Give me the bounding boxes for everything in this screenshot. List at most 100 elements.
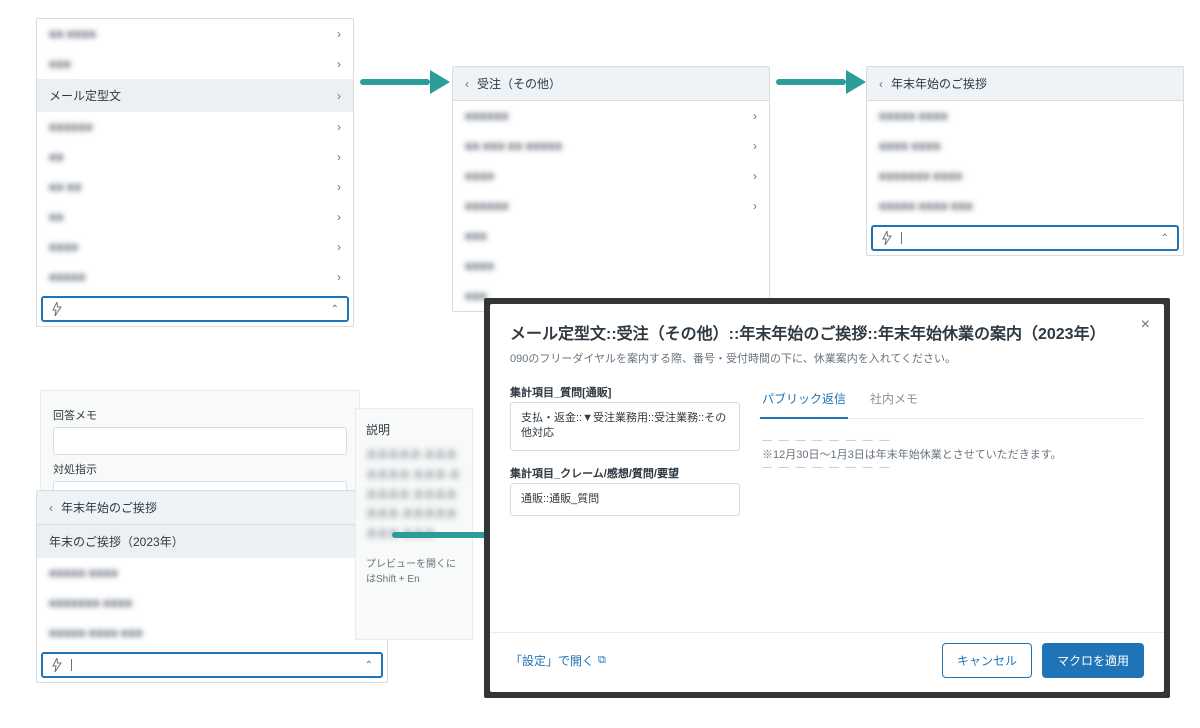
- list-item[interactable]: ■■ ›: [37, 142, 353, 172]
- tab-public-reply[interactable]: パブリック返信: [760, 382, 848, 419]
- chevron-up-icon: ⌃: [1161, 233, 1169, 244]
- lightning-icon: [881, 231, 893, 245]
- close-icon[interactable]: ×: [1141, 316, 1150, 334]
- macro-search-input[interactable]: ⌃: [41, 296, 349, 322]
- field-label: 集計項目_質問[通販]: [510, 384, 740, 400]
- chevron-right-icon: ›: [337, 58, 341, 70]
- list-item-label: ■■ ■■■ ■■ ■■■■■: [465, 139, 562, 153]
- list-item-label: ■■: [49, 210, 64, 224]
- list-item[interactable]: ■■■■■■ ›: [453, 191, 769, 221]
- preview-hint: プレビューを開くにはShift + En: [366, 555, 462, 585]
- modal-title: メール定型文::受注（その他）::年末年始のご挨拶::年末年始休業の案内（202…: [510, 320, 1144, 344]
- description-title: 説明: [366, 421, 462, 438]
- list-item[interactable]: ■■■■■■›: [453, 101, 769, 131]
- list-item-label: ■■■■: [49, 240, 78, 254]
- memo-field[interactable]: [53, 427, 347, 455]
- list-item-label: ■■■: [465, 229, 487, 243]
- list-item-label: ■■: [49, 150, 64, 164]
- chevron-left-icon: ‹: [49, 501, 53, 515]
- list-item[interactable]: ■■■■■ ■■■■: [37, 558, 387, 588]
- list-item-label: ■■■■: [465, 259, 494, 273]
- panel-header[interactable]: ‹受注（その他）: [453, 67, 769, 101]
- macro-panel-level3[interactable]: ‹ 年末年始のご挨拶 ■■■■■ ■■■■ ■■■■ ■■■■ ■■■■■■■ ■■■…: [866, 66, 1184, 256]
- modal-left-column: 集計項目_質問[通販] 支払・返金::▼受注業務用::受注業務::その他対応 集…: [510, 382, 740, 620]
- panel-header[interactable]: ‹ 年末年始のご挨拶: [37, 491, 387, 525]
- field-label: 集計項目_クレーム/感想/質問/要望: [510, 465, 740, 481]
- chevron-up-icon: ⌃: [365, 660, 373, 671]
- reply-body: — — — — — — — — ※12月30日～1月3日は年末年始休業とさせてい…: [758, 419, 1144, 620]
- list-item-label: ■■■■■■: [465, 199, 509, 213]
- lightning-icon: [51, 302, 63, 316]
- chevron-right-icon: ›: [337, 181, 341, 193]
- list-item[interactable]: ■■ ■■■ ■■ ■■■■■›: [453, 131, 769, 161]
- chevron-right-icon: ›: [337, 90, 341, 102]
- chevron-right-icon: ›: [337, 211, 341, 223]
- tab-internal-note[interactable]: 社内メモ: [868, 382, 920, 418]
- field-value-chip[interactable]: 支払・返金::▼受注業務用::受注業務::その他対応: [510, 402, 740, 451]
- macro-preview-modal-backdrop: メール定型文::受注（その他）::年末年始のご挨拶::年末年始休業の案内（202…: [484, 298, 1170, 698]
- list-item[interactable]: ■■■■■ ›: [37, 262, 353, 292]
- list-item[interactable]: 年末のご挨拶（2023年）: [37, 525, 387, 558]
- list-item[interactable]: ■■■■■ ■■■■ ■■■: [867, 191, 1183, 221]
- list-item[interactable]: ■■■ ›: [37, 49, 353, 79]
- list-item[interactable]: ■■■■■■ ›: [37, 112, 353, 142]
- flow-arrow: [776, 70, 866, 94]
- list-item-label: ■■■■■■■ ■■■■: [879, 169, 962, 183]
- list-item[interactable]: メール定型文›: [37, 79, 353, 112]
- chevron-right-icon: ›: [337, 28, 341, 40]
- list-item-label: 年末のご挨拶（2023年）: [49, 533, 184, 550]
- list-item[interactable]: ■■■: [453, 221, 769, 251]
- chevron-right-icon: ›: [337, 271, 341, 283]
- chevron-right-icon: ›: [753, 170, 757, 182]
- list-item[interactable]: ■■ ■■ ›: [37, 172, 353, 202]
- apply-macro-button[interactable]: マクロを適用: [1042, 643, 1144, 678]
- list-item-label: ■■■: [49, 57, 71, 71]
- chevron-right-icon: ›: [337, 151, 341, 163]
- list-item[interactable]: ■■■■■■■ ■■■■: [867, 161, 1183, 191]
- chevron-right-icon: ›: [337, 121, 341, 133]
- list-item-label: ■■■■■ ■■■■: [879, 109, 948, 123]
- list-item[interactable]: ■■ ■■■■ ›: [37, 19, 353, 49]
- list-item-label: ■■■■■■: [49, 120, 93, 134]
- list-item-label: ■■ ■■: [49, 180, 81, 194]
- list-item-label: ■■■■■ ■■■■ ■■■: [879, 199, 973, 213]
- panel-header-label: 年末年始のご挨拶: [61, 501, 157, 515]
- list-item-label: ■■■■■ ■■■■: [49, 566, 118, 580]
- list-item[interactable]: ■■■■■ ■■■■: [867, 101, 1183, 131]
- list-item-label: ■■■■■ ■■■■ ■■■: [49, 626, 143, 640]
- macro-search-input[interactable]: ⌃: [41, 652, 383, 678]
- list-item-label: ■■ ■■■■: [49, 27, 96, 41]
- chevron-right-icon: ›: [753, 200, 757, 212]
- list-item-label: ■■■■ ■■■■: [879, 139, 940, 153]
- label-instruction: 対処指示: [53, 461, 347, 477]
- chevron-up-icon: ⌃: [331, 304, 339, 315]
- list-item[interactable]: ■■■■›: [453, 161, 769, 191]
- modal-right-column: パブリック返信 社内メモ — — — — — — — — ※12月30日～1月3…: [758, 382, 1144, 620]
- label-memo: 回答メモ: [53, 407, 347, 423]
- list-item[interactable]: ■■■■ ›: [37, 232, 353, 262]
- macro-panel-level3b[interactable]: ‹ 年末年始のご挨拶 年末のご挨拶（2023年） ■■■■■ ■■■■ ■■■■■■■…: [36, 490, 388, 683]
- list-item[interactable]: ■■■■■■■ ■■■■: [37, 588, 387, 618]
- panel-header-label: 受注（その他）: [477, 77, 561, 91]
- panel-header[interactable]: ‹ 年末年始のご挨拶: [867, 67, 1183, 101]
- flow-arrow: [360, 70, 450, 94]
- field-value-chip[interactable]: 通販::通販_質問: [510, 483, 740, 516]
- list-item-label: ■■■■■■: [465, 109, 509, 123]
- macro-search-input[interactable]: ⌃: [871, 225, 1179, 251]
- chevron-right-icon: ›: [337, 241, 341, 253]
- list-item-label: ■■■■■: [49, 270, 85, 284]
- list-item[interactable]: ■■■■: [453, 251, 769, 281]
- list-item[interactable]: ■■■■ ■■■■: [867, 131, 1183, 161]
- reply-tabs: パブリック返信 社内メモ: [758, 382, 1144, 419]
- macro-panel-level2[interactable]: ‹受注（その他） ■■■■■■›■■ ■■■ ■■ ■■■■■›■■■■›■■■…: [452, 66, 770, 312]
- chevron-left-icon: ‹: [879, 77, 883, 91]
- cancel-button[interactable]: キャンセル: [942, 643, 1032, 678]
- panel-header-label: 年末年始のご挨拶: [891, 77, 987, 91]
- open-in-settings-link[interactable]: 「設定」で開く ⧉: [510, 652, 606, 669]
- list-item[interactable]: ■■■■■ ■■■■ ■■■: [37, 618, 387, 648]
- reply-body-text: ※12月30日～1月3日は年末年始休業とさせていただきます。: [762, 446, 1140, 462]
- list-item[interactable]: ■■ ›: [37, 202, 353, 232]
- modal-subtitle: 090のフリーダイヤルを案内する際、番号・受付時間の下に、休業案内を入れてくださ…: [510, 350, 1144, 366]
- macro-panel-level1[interactable]: ■■ ■■■■›■■■›メール定型文›■■■■■■›■■›■■ ■■›■■›■■…: [36, 18, 354, 327]
- macro-preview-modal: メール定型文::受注（その他）::年末年始のご挨拶::年末年始休業の案内（202…: [490, 304, 1164, 692]
